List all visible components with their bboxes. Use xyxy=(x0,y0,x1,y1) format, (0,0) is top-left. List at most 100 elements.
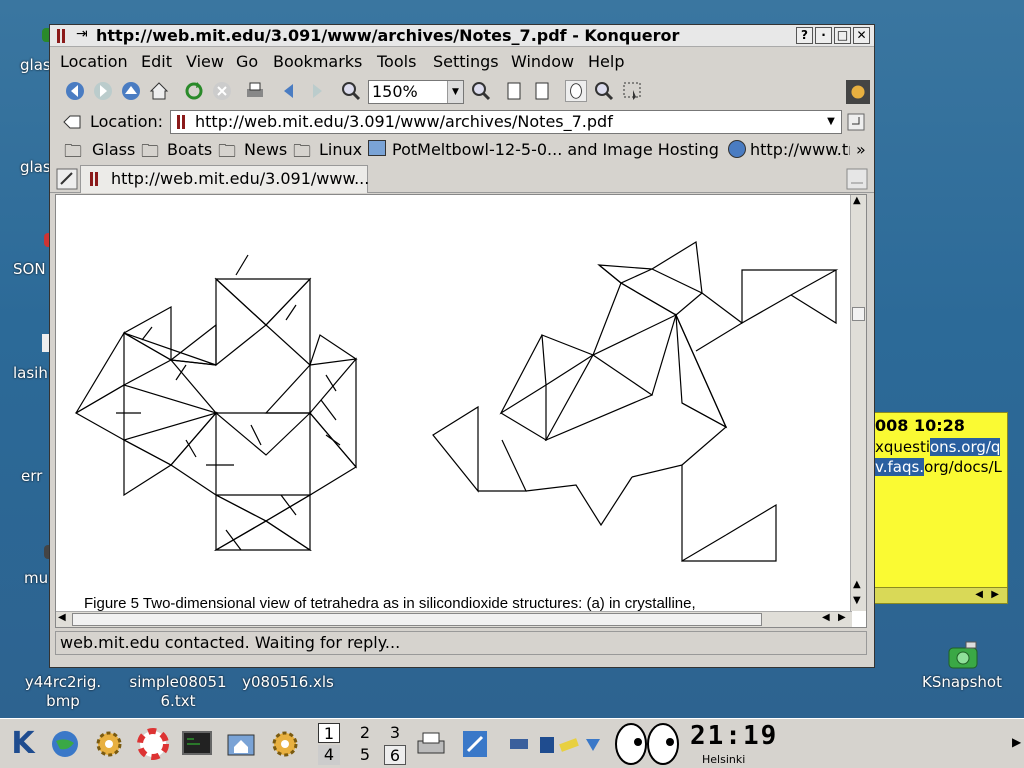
ksnapshot-icon[interactable] xyxy=(946,640,980,672)
home-folder-icon[interactable] xyxy=(224,727,258,761)
desktop-label-err[interactable]: err xyxy=(21,467,42,486)
scroll-right-icon[interactable]: ▶ xyxy=(991,588,999,602)
single-page-icon[interactable] xyxy=(503,80,525,102)
ticket-icon[interactable] xyxy=(558,733,580,755)
pager-desktop-2[interactable]: 2 xyxy=(354,723,376,743)
pager-desktop-5[interactable]: 5 xyxy=(354,745,376,765)
help-button[interactable]: ? xyxy=(796,27,813,44)
mouse-mode-icon[interactable] xyxy=(565,80,587,102)
vertical-scrollbar[interactable]: ▲ ▲ ▼ xyxy=(850,195,866,611)
editor-icon[interactable] xyxy=(458,727,492,761)
close-button[interactable]: ✕ xyxy=(853,27,870,44)
pager-desktop-1[interactable]: 1 xyxy=(318,723,340,743)
scroll-right-icon[interactable]: ▶ xyxy=(838,612,846,623)
scroll-left-icon[interactable]: ◀ xyxy=(822,612,830,623)
menu-location[interactable]: Location xyxy=(60,52,128,71)
menu-settings[interactable]: Settings xyxy=(433,52,499,71)
forward-icon[interactable] xyxy=(92,80,114,102)
konqueror-app-icon[interactable] xyxy=(56,28,70,44)
bookmark-news[interactable]: News xyxy=(244,140,287,159)
menu-bookmarks[interactable]: Bookmarks xyxy=(273,52,362,71)
scroll-up-icon[interactable]: ▲ xyxy=(853,579,861,590)
previous-page-icon[interactable] xyxy=(278,80,300,102)
globe-icon[interactable] xyxy=(48,727,82,761)
bookmark-glass[interactable]: Glass xyxy=(92,140,135,159)
menu-window[interactable]: Window xyxy=(511,52,574,71)
up-icon[interactable] xyxy=(120,80,142,102)
desktop-label-mu[interactable]: mu xyxy=(24,569,48,588)
pdf-view[interactable]: Figure 5 Two-dimensional view of tetrahe… xyxy=(55,194,867,628)
close-tab-icon[interactable] xyxy=(846,168,868,190)
pager-desktop-6[interactable]: 6 xyxy=(384,745,406,765)
gear-icon[interactable] xyxy=(92,727,126,761)
globe-icon xyxy=(728,140,746,158)
scroll-thumb[interactable] xyxy=(852,307,865,321)
selection-icon[interactable] xyxy=(621,80,643,102)
main-toolbar: 150% ▼ xyxy=(50,77,874,107)
printer-icon[interactable] xyxy=(414,727,448,761)
bookmark-potmeltbowl[interactable]: PotMeltbowl-12-5-0... and Image Hosting xyxy=(392,140,719,159)
scroll-down-icon[interactable]: ▼ xyxy=(853,595,861,606)
sticky-scrollbar[interactable]: ◀ ▶ xyxy=(869,587,1007,603)
desktop-file-bmp[interactable]: y44rc2rig. bmp xyxy=(21,673,105,711)
magnifier-icon[interactable] xyxy=(593,80,615,102)
title-bar[interactable]: ⇥ http://web.mit.edu/3.091/www/archives/… xyxy=(50,25,874,47)
facing-pages-icon[interactable] xyxy=(531,80,553,102)
location-input[interactable]: http://web.mit.edu/3.091/www/archives/No… xyxy=(170,110,842,134)
desktop-label-ksnapshot[interactable]: KSnapshot xyxy=(922,673,1002,692)
menu-help[interactable]: Help xyxy=(588,52,624,71)
chevron-down-icon[interactable]: ▼ xyxy=(447,81,463,103)
pager-desktop-3[interactable]: 3 xyxy=(384,723,406,743)
desktop-label-glas-2[interactable]: glas xyxy=(20,158,51,177)
desktop-label-son[interactable]: SON xyxy=(13,260,46,279)
tab-pdf[interactable]: http://web.mit.edu/3.091/www... xyxy=(80,165,369,193)
minimize-button[interactable]: · xyxy=(815,27,832,44)
new-tab-icon[interactable] xyxy=(56,168,78,190)
zoom-out-icon[interactable] xyxy=(470,80,492,102)
bookmark-boats[interactable]: Boats xyxy=(167,140,212,159)
reload-icon[interactable] xyxy=(183,80,205,102)
desktop-file-xls[interactable]: y080516.xls xyxy=(240,673,336,692)
menu-view[interactable]: View xyxy=(186,52,224,71)
terminal-icon[interactable] xyxy=(180,727,214,761)
desktop-file-txt[interactable]: simple08051 6.txt xyxy=(126,673,230,711)
expand-panel-icon[interactable]: ▶ xyxy=(1012,735,1021,749)
maximize-button[interactable]: □ xyxy=(834,27,851,44)
horizontal-scrollbar[interactable]: ◀ ◀ ▶ xyxy=(56,611,852,627)
scroll-up-icon[interactable]: ▲ xyxy=(853,195,861,206)
settings-icon[interactable] xyxy=(268,727,302,761)
menu-go[interactable]: Go xyxy=(236,52,258,71)
download-icon[interactable] xyxy=(582,733,604,755)
scroll-left-icon[interactable]: ◀ xyxy=(58,612,66,623)
zoom-select[interactable]: 150% ▼ xyxy=(368,80,464,104)
stop-icon[interactable] xyxy=(211,80,233,102)
sticky-note[interactable]: 008 10:28 xquestions.org/q v.faqs.org/do… xyxy=(868,412,1008,604)
gear-icon[interactable] xyxy=(846,80,870,104)
bookmark-http[interactable]: http://www.tr xyxy=(750,140,850,159)
bookmarks-more-button[interactable]: » xyxy=(856,140,866,159)
k-menu-icon[interactable]: K xyxy=(6,727,40,761)
pin-icon[interactable]: ⇥ xyxy=(76,26,88,42)
menu-edit[interactable]: Edit xyxy=(141,52,172,71)
help-icon[interactable] xyxy=(136,727,170,761)
go-icon[interactable] xyxy=(847,113,865,131)
chevron-down-icon[interactable]: ▼ xyxy=(821,111,841,133)
clipboard-icon[interactable] xyxy=(536,733,558,755)
desktop-label-glas-1[interactable]: glas xyxy=(20,56,51,75)
clear-location-icon[interactable] xyxy=(62,113,82,131)
desktop-label-lasih[interactable]: lasih xyxy=(13,364,48,383)
back-icon[interactable] xyxy=(64,80,86,102)
network-icon[interactable] xyxy=(508,733,530,755)
zoom-in-icon[interactable] xyxy=(340,80,362,102)
pager-desktop-4[interactable]: 4 xyxy=(318,745,340,765)
konqueror-window[interactable]: ⇥ http://web.mit.edu/3.091/www/archives/… xyxy=(49,24,875,668)
clock-time[interactable]: 21:19 xyxy=(690,721,778,751)
menu-tools[interactable]: Tools xyxy=(377,52,416,71)
scroll-left-icon[interactable]: ◀ xyxy=(975,588,983,602)
home-icon[interactable] xyxy=(148,80,170,102)
location-bar: Location: http://web.mit.edu/3.091/www/a… xyxy=(50,108,874,136)
bookmark-linux[interactable]: Linux xyxy=(319,140,362,159)
next-page-icon[interactable] xyxy=(306,80,328,102)
print-icon[interactable] xyxy=(244,80,266,102)
scroll-thumb[interactable] xyxy=(72,613,762,626)
